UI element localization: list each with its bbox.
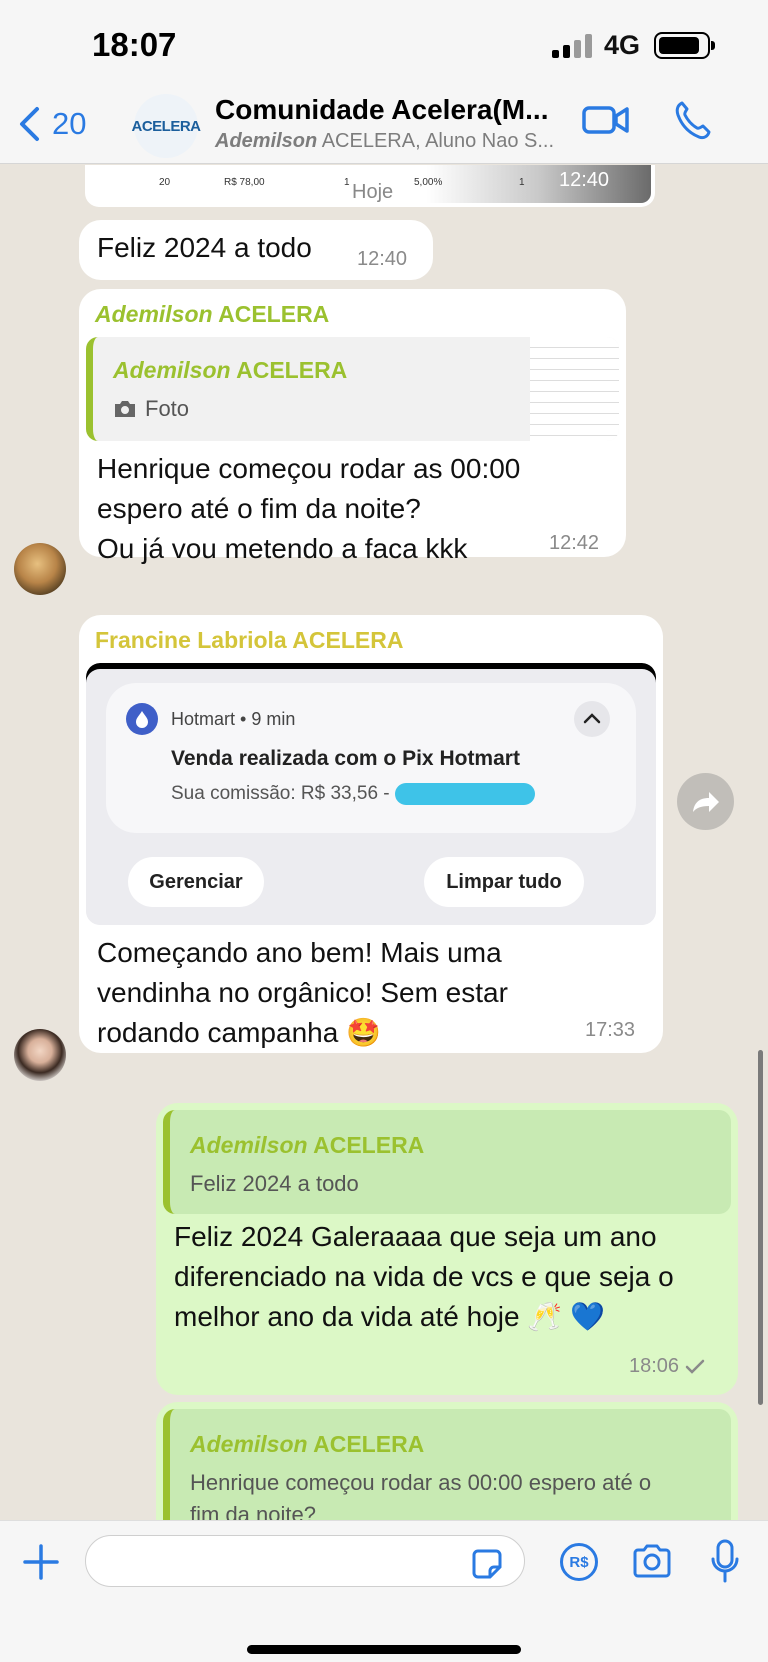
video-call-button[interactable] — [582, 102, 630, 143]
quote-text: Foto — [113, 393, 189, 425]
status-bar: 18:07 4G — [0, 0, 768, 92]
message-text: Feliz 2024 Galeraaaa que seja um ano dif… — [174, 1221, 674, 1332]
check-icon — [685, 1359, 705, 1374]
chat-header: 20 ACELERA Comunidade Acelera(M... Ademi… — [0, 92, 768, 164]
back-button[interactable]: 20 — [18, 102, 86, 146]
quote-sender: Ademilson ACELERA — [190, 1132, 425, 1158]
group-members[interactable]: Ademilson ACELERA, Aluno Nao S... — [215, 130, 554, 153]
microphone-icon — [711, 1539, 739, 1583]
sender-name[interactable]: Ademilson ACELERA — [95, 301, 329, 328]
microphone-button[interactable] — [710, 1539, 740, 1590]
hotmart-logo-icon — [126, 703, 158, 735]
sender-avatar[interactable] — [14, 1029, 66, 1081]
message-list[interactable]: 20 R$ 78,00 1 5,00% 1 12:40 Hoje Feliz 2… — [0, 165, 768, 1520]
video-camera-icon — [582, 106, 629, 134]
message-text: Começando ano bem! Mais uma vendinha no … — [97, 937, 508, 1048]
quote-text: Feliz 2024 a todo — [190, 1171, 359, 1196]
unread-count: 20 — [52, 106, 87, 141]
message-bubble[interactable]: Francine Labriola ACELERA Hotmart • 9 mi… — [79, 615, 663, 1053]
outgoing-message-bubble[interactable]: Ademilson ACELERA Feliz 2024 a todo Feli… — [156, 1103, 738, 1395]
status-time: 18:07 — [92, 26, 177, 63]
quoted-message[interactable]: Ademilson ACELERA Henrique começou rodar… — [163, 1409, 731, 1520]
cellular-signal-icon — [552, 34, 596, 58]
message-time: 12:42 — [549, 532, 600, 554]
message-bubble[interactable]: Feliz 2024 a todo 12:40 — [79, 220, 433, 280]
sticker-icon — [472, 1549, 502, 1579]
camera-icon — [633, 1544, 671, 1578]
quote-sender: Ademilson ACELERA — [113, 357, 348, 383]
home-indicator — [247, 1645, 521, 1654]
message-text: Henrique começou rodar as 00:00 espero a… — [97, 453, 521, 564]
plus-icon — [23, 1544, 59, 1580]
voice-call-button[interactable] — [674, 100, 712, 145]
sticker-button[interactable] — [470, 1547, 504, 1586]
outgoing-message-bubble[interactable]: Ademilson ACELERA Henrique começou rodar… — [156, 1402, 738, 1520]
screenshot-image[interactable]: Hotmart • 9 min Venda realizada com o Pi… — [86, 663, 656, 925]
quote-text: Henrique começou rodar as 00:00 espero a… — [190, 1470, 652, 1520]
message-time: 18:06 — [629, 1355, 705, 1378]
quoted-message[interactable]: Ademilson ACELERA Feliz 2024 a todo — [163, 1110, 731, 1214]
group-title[interactable]: Comunidade Acelera(M... — [215, 94, 548, 126]
message-time: 12:40 — [559, 169, 610, 191]
message-time: 17:33 — [585, 1019, 636, 1041]
forward-arrow-icon — [692, 791, 719, 812]
message-bubble[interactable]: Ademilson ACELERA Ademilson ACELERA Foto… — [79, 289, 626, 564]
battery-icon — [654, 32, 715, 59]
notification-app: Hotmart • 9 min — [171, 709, 296, 729]
chevron-up-icon — [574, 701, 610, 737]
chevron-left-icon — [20, 107, 39, 141]
quote-sender: Ademilson ACELERA — [190, 1431, 425, 1457]
group-avatar[interactable]: ACELERA — [132, 94, 201, 158]
date-chip: Hoje — [352, 181, 394, 203]
photo-thumbnail — [530, 337, 619, 441]
camera-button[interactable] — [632, 1543, 672, 1584]
quoted-message[interactable]: Ademilson ACELERA Foto — [86, 337, 619, 441]
notification-card: Hotmart • 9 min Venda realizada com o Pi… — [106, 683, 636, 833]
camera-icon — [115, 401, 135, 417]
composer-bar: R$ — [0, 1520, 768, 1662]
sender-name[interactable]: Francine Labriola ACELERA — [95, 627, 403, 654]
manage-button[interactable]: Gerenciar — [128, 857, 264, 907]
message-input[interactable] — [85, 1535, 525, 1587]
scrollbar[interactable] — [758, 1050, 763, 1405]
notification-body: Sua comissão: R$ 33,56 - — [171, 783, 535, 805]
notification-title: Venda realizada com o Pix Hotmart — [171, 747, 520, 770]
sender-avatar[interactable] — [14, 543, 66, 595]
phone-icon — [675, 101, 711, 140]
forward-button[interactable] — [677, 773, 734, 830]
clear-all-button[interactable]: Limpar tudo — [424, 857, 584, 907]
message-text: Feliz 2024 a todo — [97, 232, 312, 263]
message-time: 12:40 — [357, 248, 408, 270]
attach-button[interactable] — [22, 1543, 60, 1586]
payment-button[interactable]: R$ — [560, 1543, 598, 1581]
network-type: 4G — [604, 30, 641, 60]
